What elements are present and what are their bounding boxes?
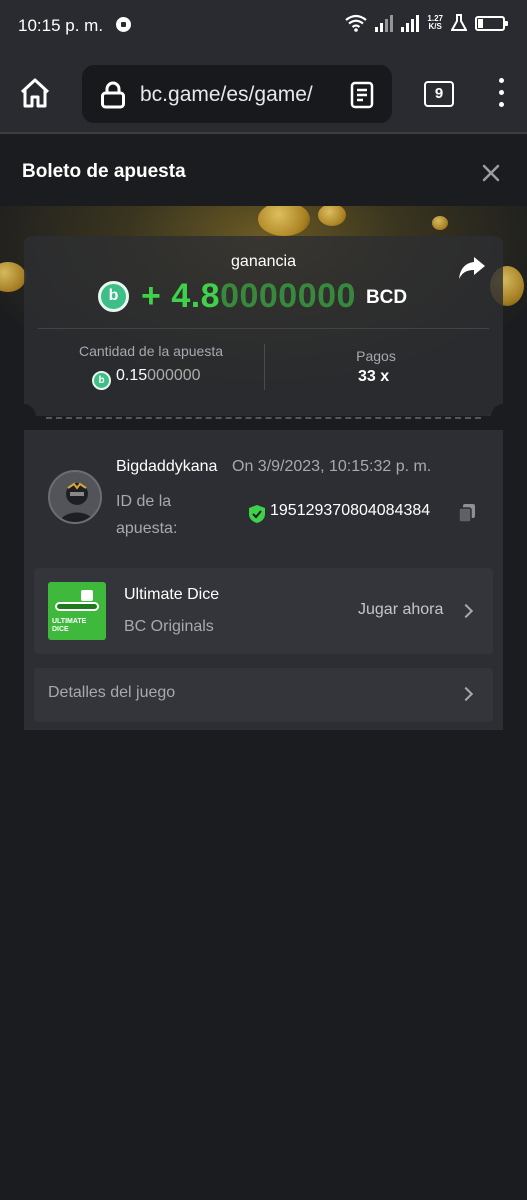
ticket-notch [491, 404, 515, 430]
bcd-coin-icon: b [92, 371, 111, 390]
bcd-coin-icon: b [98, 280, 129, 312]
net-speed: 1.27 K/S [427, 15, 443, 31]
net-speed-unit: K/S [428, 22, 442, 31]
bet-id-label: ID de la apuesta: [116, 493, 178, 537]
share-icon[interactable] [458, 256, 486, 280]
game-name: Ultimate Dice [124, 586, 220, 603]
currency-label: BCD [365, 287, 408, 308]
gold-coin-decoration [0, 262, 26, 292]
close-icon[interactable] [480, 162, 502, 184]
verified-shield-icon [249, 505, 265, 523]
browser-toolbar: bc.game/es/game/ 9 [0, 52, 527, 134]
play-now-button[interactable]: Jugar ahora [358, 601, 443, 619]
bet-datetime: On 3/9/2023, 10:15:32 p. m. [232, 458, 432, 475]
flask-icon [451, 14, 467, 31]
gold-coin-decoration [432, 216, 448, 230]
username[interactable]: Bigdaddykana [116, 458, 217, 476]
soccer-ball-icon [116, 17, 131, 32]
reader-mode-icon[interactable] [350, 81, 374, 109]
bet-slip-card: ganancia b + 4.80000000 BCD Cantidad de … [12, 236, 515, 730]
chevron-right-icon [458, 686, 474, 702]
win-amount-value: + 4.80000000 [141, 277, 356, 316]
summary-divider [38, 328, 489, 329]
payout-label: Pagos [356, 348, 396, 364]
signal-2-icon [401, 14, 420, 32]
url-text[interactable]: bc.game/es/game/ [140, 83, 330, 107]
lock-icon [101, 81, 125, 109]
stake-main: 0.15 [116, 367, 148, 384]
stake-label: Cantidad de la apuesta [79, 343, 223, 359]
gold-coin-decoration [318, 206, 346, 226]
game-details-row[interactable]: Detalles del juego [34, 668, 493, 722]
chevron-right-icon [458, 603, 474, 619]
status-bar: 10:15 p. m. 1.27 K/S [0, 0, 527, 52]
wifi-icon [345, 14, 368, 32]
sheet-title: Boleto de apuesta [22, 161, 186, 182]
battery-icon [475, 15, 508, 31]
thumb-track [55, 602, 99, 611]
ticket-notch [12, 404, 36, 430]
win-amount: b + 4.80000000 BCD [98, 276, 407, 316]
win-amount-main: 4.8 [171, 276, 221, 315]
gold-coin-decoration [258, 206, 310, 236]
stake-trailing: 000000 [147, 367, 201, 384]
signal-1-icon [375, 14, 394, 32]
game-details-label: Detalles del juego [48, 684, 176, 701]
copy-icon[interactable] [458, 503, 476, 523]
status-time: 10:15 p. m. [18, 16, 104, 35]
game-provider: BC Originals [124, 618, 214, 635]
win-label: ganancia [231, 253, 296, 270]
tab-switcher-button[interactable]: 9 [424, 81, 454, 107]
win-sign: + [141, 276, 162, 315]
thumb-die [81, 590, 93, 601]
home-icon[interactable] [18, 76, 52, 110]
bet-id-value: 195129370804084384 [270, 502, 431, 519]
avatar [48, 470, 102, 524]
game-thumbnail: ULTIMATE DICE [48, 582, 106, 640]
payout-value: 33 x [358, 368, 390, 385]
thumb-text-line1: ULTIMATE [52, 618, 87, 625]
stake-value: b 0.15000000 [92, 367, 201, 390]
overflow-menu-icon[interactable] [494, 78, 508, 110]
win-amount-trailing: 0000000 [220, 276, 356, 315]
address-bar[interactable]: bc.game/es/game/ [82, 65, 392, 123]
game-row[interactable]: ULTIMATE DICE Ultimate Dice BC Originals… [34, 568, 493, 654]
thumb-text: ULTIMATE DICE [52, 618, 86, 634]
stats-divider [264, 344, 265, 390]
thumb-text-line2: DICE [52, 626, 69, 633]
ticket-divider [46, 417, 481, 419]
sheet-header: Boleto de apuesta [0, 136, 527, 206]
